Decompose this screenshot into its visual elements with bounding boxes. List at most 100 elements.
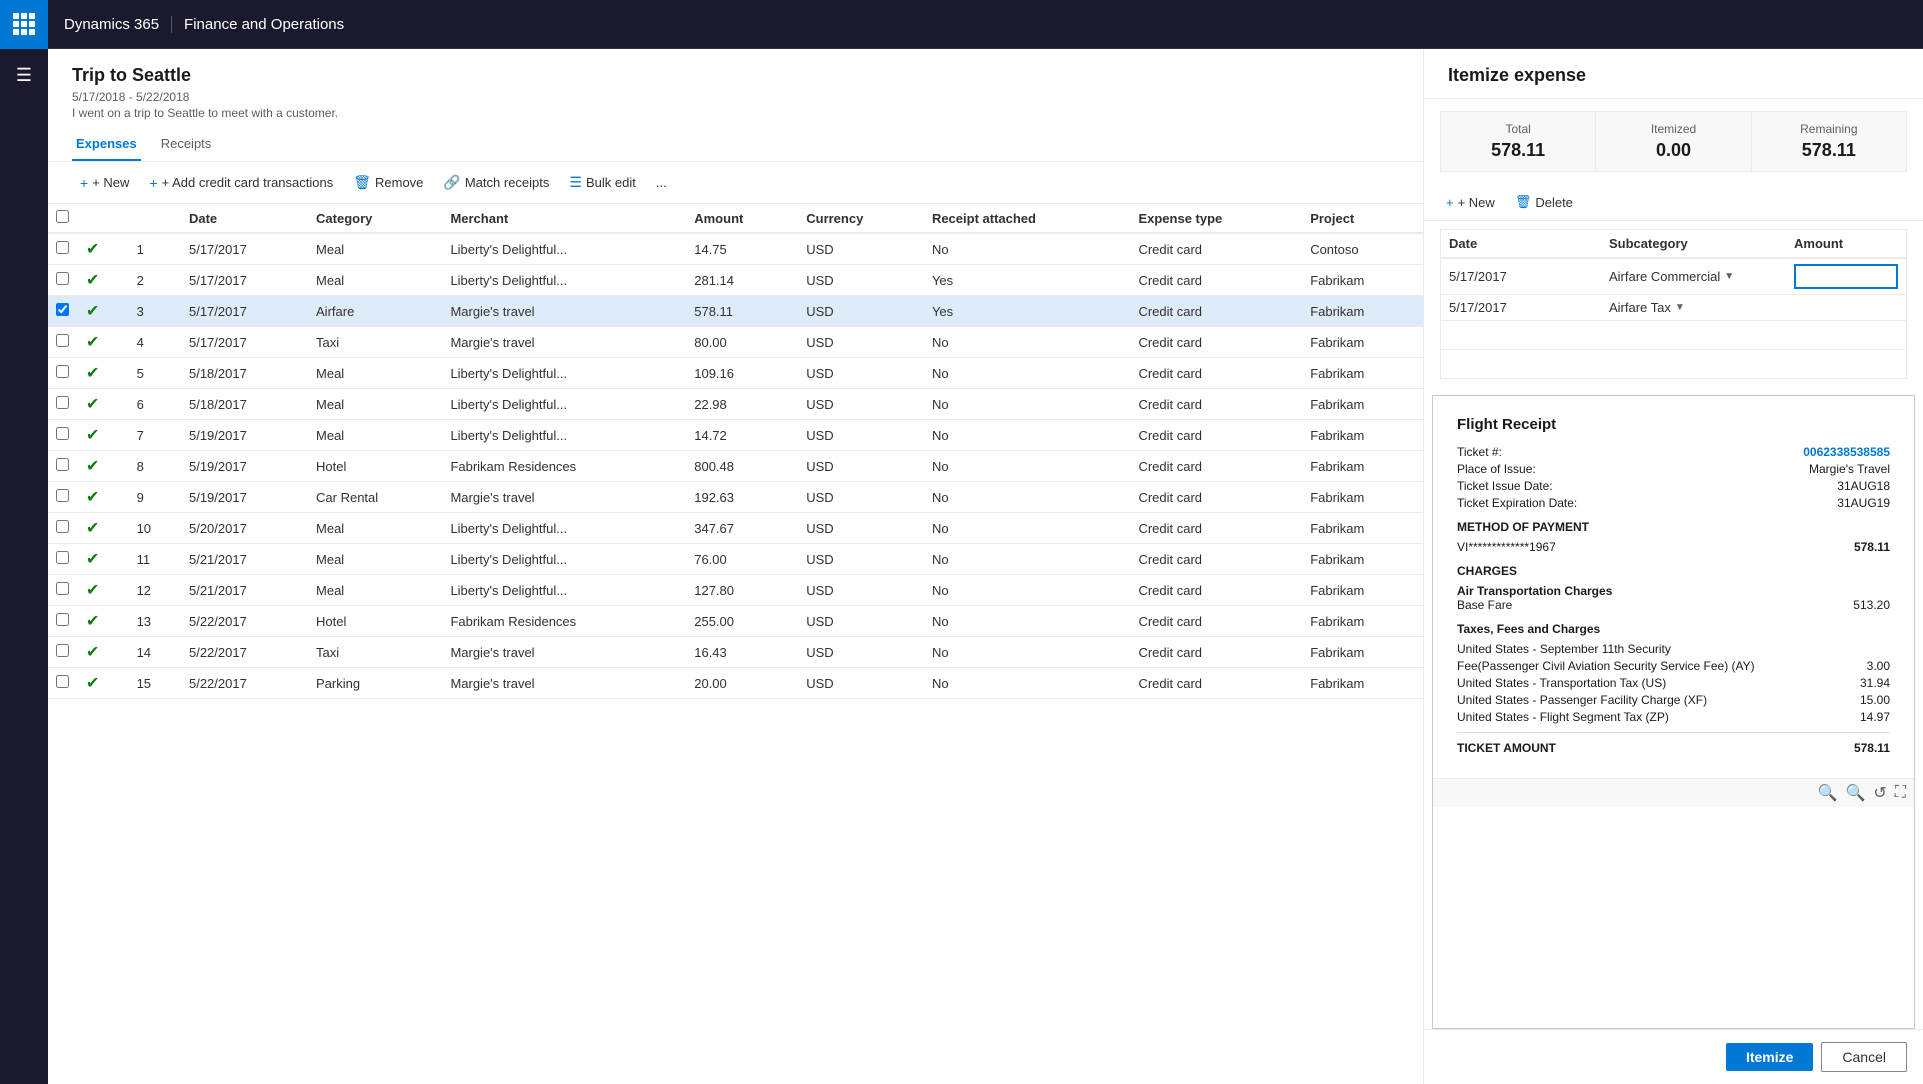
table-row[interactable]: ✔ 5 5/18/2017 Meal Liberty's Delightful.… xyxy=(48,358,1423,389)
table-row[interactable]: ✔ 7 5/19/2017 Meal Liberty's Delightful.… xyxy=(48,420,1423,451)
table-row[interactable]: ✔ 8 5/19/2017 Hotel Fabrikam Residences … xyxy=(48,451,1423,482)
row-checkbox[interactable] xyxy=(56,303,69,316)
itemize-button[interactable]: Itemize xyxy=(1726,1043,1813,1071)
row-checkbox[interactable] xyxy=(56,365,69,378)
row-checkbox[interactable] xyxy=(56,427,69,440)
row-checkbox-cell[interactable] xyxy=(48,544,78,575)
table-row[interactable]: ✔ 11 5/21/2017 Meal Liberty's Delightful… xyxy=(48,544,1423,575)
table-row[interactable]: ✔ 1 5/17/2017 Meal Liberty's Delightful.… xyxy=(48,233,1423,265)
row-currency: USD xyxy=(798,575,924,606)
bulk-edit-button[interactable]: ☰ Bulk edit xyxy=(561,170,643,195)
panel-footer: Itemize Cancel xyxy=(1424,1029,1923,1084)
amount-input-1[interactable] xyxy=(1794,264,1898,289)
row-amount: 76.00 xyxy=(686,544,798,575)
row-status-cell: ✔ xyxy=(78,233,129,265)
zoom-in-icon[interactable]: 🔍 xyxy=(1818,783,1838,803)
row-checkbox-cell[interactable] xyxy=(48,327,78,358)
row-checkbox-cell[interactable] xyxy=(48,358,78,389)
col-amount[interactable]: Amount xyxy=(686,204,798,233)
receipt-content: Flight Receipt Ticket #: 0062338538585 P… xyxy=(1433,396,1914,778)
row-category: Taxi xyxy=(308,327,442,358)
table-row[interactable]: ✔ 14 5/22/2017 Taxi Margie's travel 16.4… xyxy=(48,637,1423,668)
cancel-button[interactable]: Cancel xyxy=(1821,1042,1907,1072)
row-checkbox[interactable] xyxy=(56,272,69,285)
row-checkbox-cell[interactable] xyxy=(48,637,78,668)
page-header: Trip to Seattle 5/17/2018 - 5/22/2018 I … xyxy=(48,49,1423,128)
row-checkbox[interactable] xyxy=(56,489,69,502)
row-checkbox-cell[interactable] xyxy=(48,233,78,265)
panel-new-icon: + xyxy=(1446,195,1454,210)
add-credit-card-button[interactable]: + + Add credit card transactions xyxy=(141,171,341,195)
row-date: 5/21/2017 xyxy=(181,544,308,575)
panel-new-button[interactable]: + + New xyxy=(1440,191,1501,214)
row-checkbox-cell[interactable] xyxy=(48,389,78,420)
row-amount: 578.11 xyxy=(686,296,798,327)
panel-delete-button[interactable]: 🗑 Delete xyxy=(1509,190,1579,214)
itemize-amount-1[interactable] xyxy=(1786,259,1906,294)
row-checkbox-cell[interactable] xyxy=(48,420,78,451)
row-date: 5/19/2017 xyxy=(181,420,308,451)
ticket-num-value[interactable]: 0062338538585 xyxy=(1803,445,1890,459)
row-checkbox[interactable] xyxy=(56,241,69,254)
fullscreen-icon[interactable]: ⛶ xyxy=(1895,784,1906,802)
row-checkbox[interactable] xyxy=(56,644,69,657)
tab-receipts[interactable]: Receipts xyxy=(157,128,216,161)
row-checkbox-cell[interactable] xyxy=(48,265,78,296)
row-checkbox[interactable] xyxy=(56,582,69,595)
itemize-subcategory-2[interactable]: Airfare Tax ▼ xyxy=(1601,295,1786,320)
rotate-icon[interactable]: ↺ xyxy=(1873,783,1886,803)
row-checkbox[interactable] xyxy=(56,334,69,347)
table-row[interactable]: ✔ 15 5/22/2017 Parking Margie's travel 2… xyxy=(48,668,1423,699)
col-project[interactable]: Project xyxy=(1302,204,1423,233)
row-receipt: No xyxy=(924,327,1131,358)
col-expense-type[interactable]: Expense type xyxy=(1130,204,1302,233)
new-button[interactable]: + + New xyxy=(72,171,137,195)
row-checkbox-cell[interactable] xyxy=(48,296,78,327)
row-checkbox-cell[interactable] xyxy=(48,482,78,513)
col-merchant[interactable]: Merchant xyxy=(442,204,686,233)
waffle-menu-button[interactable] xyxy=(0,0,48,49)
receipt-expiration: Ticket Expiration Date: 31AUG19 xyxy=(1457,496,1890,510)
col-receipt[interactable]: Receipt attached xyxy=(924,204,1131,233)
table-row[interactable]: ✔ 9 5/19/2017 Car Rental Margie's travel… xyxy=(48,482,1423,513)
row-status-cell: ✔ xyxy=(78,265,129,296)
table-row[interactable]: ✔ 6 5/18/2017 Meal Liberty's Delightful.… xyxy=(48,389,1423,420)
itemize-subcategory-1[interactable]: Airfare Commercial ▼ xyxy=(1601,264,1786,289)
table-row[interactable]: ✔ 2 5/17/2017 Meal Liberty's Delightful.… xyxy=(48,265,1423,296)
hamburger-icon[interactable]: ☰ xyxy=(8,57,40,94)
row-checkbox[interactable] xyxy=(56,520,69,533)
col-date[interactable]: Date xyxy=(181,204,308,233)
match-receipts-button[interactable]: 🔗 Match receipts xyxy=(435,170,557,195)
row-receipt: Yes xyxy=(924,265,1131,296)
status-icon: ✔ xyxy=(86,551,99,568)
remove-button[interactable]: 🗑 Remove xyxy=(345,170,431,195)
row-project: Fabrikam xyxy=(1302,668,1423,699)
main-layout: ☰ Trip to Seattle 5/17/2018 - 5/22/2018 … xyxy=(0,49,1923,1084)
table-row[interactable]: ✔ 12 5/21/2017 Meal Liberty's Delightful… xyxy=(48,575,1423,606)
row-checkbox[interactable] xyxy=(56,675,69,688)
more-button[interactable]: ... xyxy=(648,171,675,194)
select-all-checkbox[interactable] xyxy=(56,210,69,223)
row-checkbox-cell[interactable] xyxy=(48,575,78,606)
dynamics-label[interactable]: Dynamics 365 xyxy=(64,16,172,33)
row-checkbox-cell[interactable] xyxy=(48,451,78,482)
row-checkbox-cell[interactable] xyxy=(48,513,78,544)
table-row[interactable]: ✔ 3 5/17/2017 Airfare Margie's travel 57… xyxy=(48,296,1423,327)
row-status-cell: ✔ xyxy=(78,358,129,389)
row-checkbox-cell[interactable] xyxy=(48,606,78,637)
ticket-amount-line: TICKET AMOUNT 578.11 xyxy=(1457,741,1890,755)
col-currency[interactable]: Currency xyxy=(798,204,924,233)
table-row[interactable]: ✔ 10 5/20/2017 Meal Liberty's Delightful… xyxy=(48,513,1423,544)
row-checkbox-cell[interactable] xyxy=(48,668,78,699)
row-checkbox[interactable] xyxy=(56,396,69,409)
ticket-num-label: Ticket #: xyxy=(1457,445,1502,459)
row-checkbox[interactable] xyxy=(56,551,69,564)
table-row[interactable]: ✔ 13 5/22/2017 Hotel Fabrikam Residences… xyxy=(48,606,1423,637)
tab-expenses[interactable]: Expenses xyxy=(72,128,141,161)
table-row[interactable]: ✔ 4 5/17/2017 Taxi Margie's travel 80.00… xyxy=(48,327,1423,358)
zoom-out-icon[interactable]: 🔍 xyxy=(1845,783,1865,803)
col-category[interactable]: Category xyxy=(308,204,442,233)
row-checkbox[interactable] xyxy=(56,613,69,626)
row-receipt: No xyxy=(924,233,1131,265)
row-checkbox[interactable] xyxy=(56,458,69,471)
